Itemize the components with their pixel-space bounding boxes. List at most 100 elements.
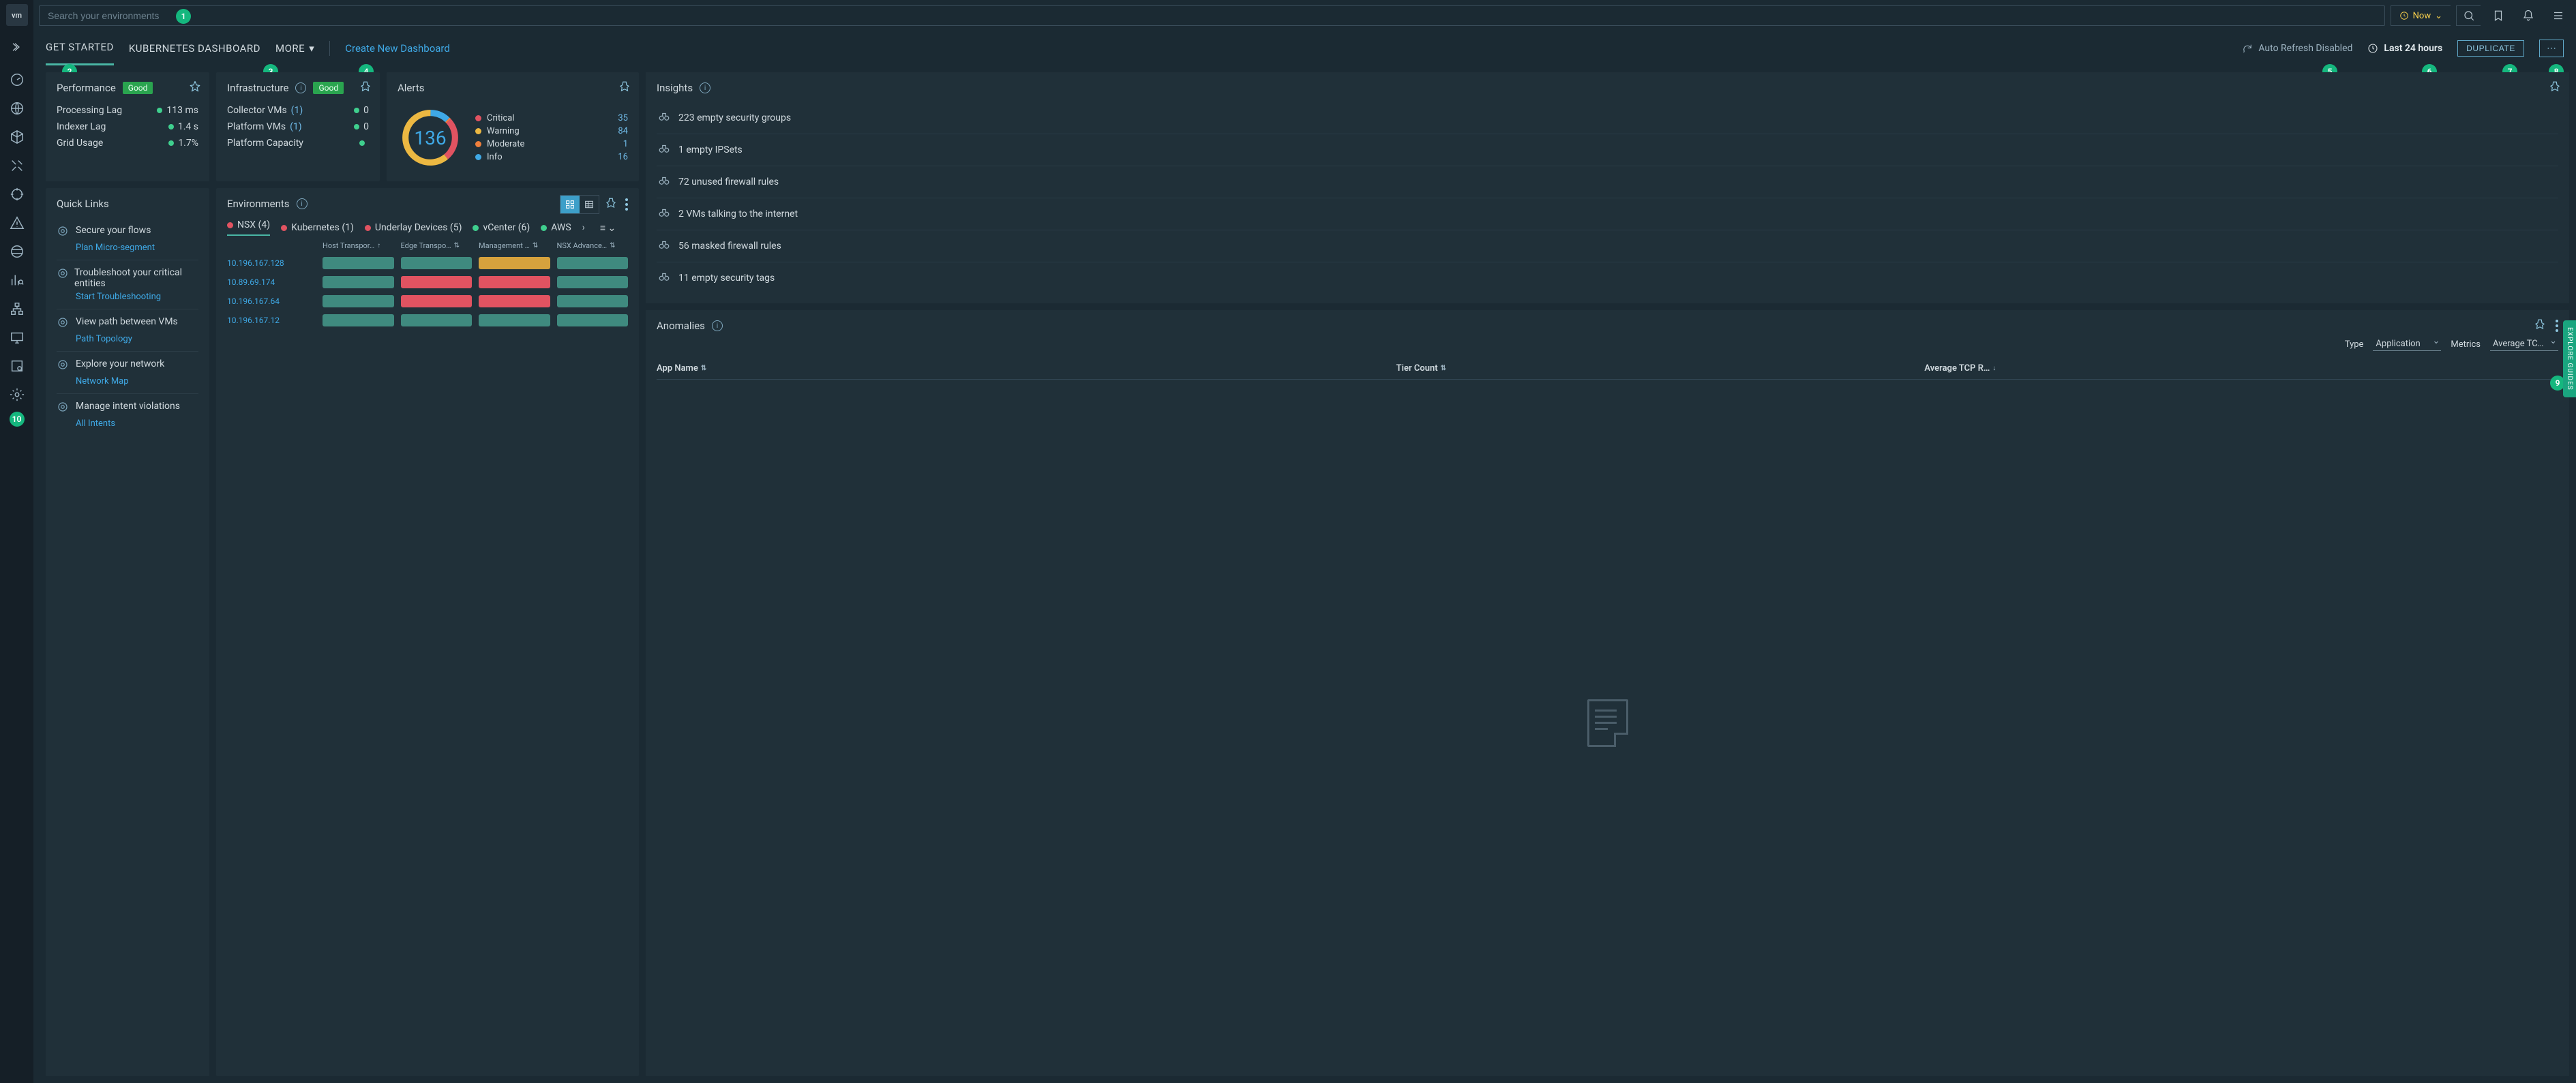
quicklink-link[interactable]: Start Troubleshooting — [76, 292, 198, 302]
view-grid-icon[interactable] — [560, 196, 580, 213]
status-bar[interactable] — [323, 295, 394, 307]
nav-tools-icon[interactable] — [0, 151, 33, 180]
alert-legend-row[interactable]: Warning84 — [475, 126, 628, 136]
info-icon[interactable]: i — [712, 320, 723, 331]
status-bar[interactable] — [479, 314, 550, 326]
view-table-icon[interactable] — [580, 196, 599, 213]
status-bar[interactable] — [323, 276, 394, 288]
col-header[interactable]: Management …⇅ — [479, 241, 550, 250]
status-bar[interactable] — [323, 257, 394, 269]
quicklink-link[interactable]: Network Map — [76, 376, 198, 386]
explore-guides-tab[interactable]: EXPLORE GUIDES — [2563, 320, 2576, 397]
env-row-ip[interactable]: 10.89.69.174 — [227, 277, 316, 287]
quicklink-link[interactable]: Path Topology — [76, 334, 198, 344]
time-range-selector[interactable]: Last 24 hours — [2367, 43, 2442, 54]
dashboard-more-actions[interactable]: ⋯ — [2539, 40, 2564, 57]
insight-row[interactable]: 56 masked firewall rules — [657, 230, 2558, 262]
nav-internet-icon[interactable] — [0, 237, 33, 266]
pin-icon[interactable] — [618, 80, 631, 95]
status-bar[interactable] — [401, 295, 473, 307]
pin-icon[interactable] — [189, 80, 201, 95]
tab-get-started[interactable]: GET STARTED — [46, 31, 114, 65]
more-menu-icon[interactable] — [623, 198, 631, 211]
list-options-icon[interactable]: ≡ ⌄ — [600, 222, 616, 234]
env-row-ip[interactable]: 10.196.167.128 — [227, 258, 316, 268]
type-select[interactable]: Application — [2373, 337, 2441, 351]
alerts-donut-chart[interactable]: 136 — [398, 105, 463, 170]
status-bar[interactable] — [401, 314, 473, 326]
env-tab-aws[interactable]: AWS — [541, 222, 571, 233]
env-tab-underlay[interactable]: Underlay Devices (5) — [365, 222, 462, 233]
status-bar[interactable] — [479, 276, 550, 288]
status-bar[interactable] — [479, 295, 550, 307]
insight-row[interactable]: 72 unused firewall rules — [657, 166, 2558, 198]
create-dashboard-link[interactable]: Create New Dashboard — [345, 42, 450, 55]
insight-row[interactable]: 11 empty security tags — [657, 262, 2558, 294]
alert-legend-row[interactable]: Critical35 — [475, 113, 628, 123]
env-tab-vcenter[interactable]: vCenter (6) — [473, 222, 530, 233]
status-bar[interactable] — [557, 295, 629, 307]
more-menu-icon[interactable] — [2553, 320, 2561, 332]
info-icon[interactable]: i — [700, 82, 710, 93]
search-input[interactable] — [48, 10, 2376, 21]
pin-icon[interactable] — [359, 80, 372, 95]
nav-topology-icon[interactable] — [0, 294, 33, 323]
nav-cube-icon[interactable] — [0, 123, 33, 151]
col-app-name[interactable]: App Name⇅ — [657, 363, 1396, 373]
info-icon[interactable]: i — [295, 82, 306, 93]
metric-row[interactable]: Collector VMs(1)0 — [227, 102, 369, 119]
nav-settings-icon[interactable] — [0, 380, 33, 409]
alert-legend-row[interactable]: Moderate1 — [475, 139, 628, 149]
metric-row[interactable]: Platform Capacity — [227, 135, 369, 151]
info-icon[interactable]: i — [297, 198, 308, 209]
status-bar[interactable] — [557, 314, 629, 326]
hamburger-menu-icon[interactable] — [2546, 10, 2571, 22]
vmware-logo[interactable]: vm — [6, 4, 28, 26]
metric-row[interactable]: Platform VMs(1)0 — [227, 119, 369, 135]
tab-kubernetes[interactable]: KUBERNETES DASHBOARD — [129, 31, 260, 65]
pin-icon[interactable] — [2549, 80, 2561, 95]
col-avg-tcp[interactable]: Average TCP R…↓ — [1924, 363, 2558, 373]
status-bar[interactable] — [401, 257, 473, 269]
search-box[interactable]: 1 — [39, 5, 2385, 26]
nav-alert-icon[interactable] — [0, 209, 33, 237]
col-header[interactable]: Edge Transpo…⇅ — [401, 241, 473, 250]
status-bar[interactable] — [479, 257, 550, 269]
status-bar[interactable] — [557, 276, 629, 288]
status-bar[interactable] — [557, 257, 629, 269]
env-row-ip[interactable]: 10.196.167.12 — [227, 316, 316, 325]
insight-row[interactable]: 2 VMs talking to the internet — [657, 198, 2558, 230]
tab-more[interactable]: MORE ▾ — [275, 31, 314, 65]
scroll-right-icon[interactable]: › — [582, 222, 585, 233]
bookmark-icon[interactable] — [2486, 10, 2511, 22]
quicklink-link[interactable]: All Intents — [76, 418, 198, 429]
pin-icon[interactable] — [605, 197, 617, 212]
expand-sidebar-icon[interactable] — [11, 41, 23, 56]
search-icon-button[interactable] — [2456, 5, 2481, 26]
bell-icon[interactable] — [2516, 10, 2541, 22]
auto-refresh-toggle[interactable]: Auto Refresh Disabled — [2242, 43, 2352, 54]
nav-inventory-icon[interactable] — [0, 352, 33, 380]
col-header[interactable]: Host Transpor…↑ — [323, 241, 394, 250]
insight-row[interactable]: 1 empty IPSets — [657, 134, 2558, 166]
col-tier-count[interactable]: Tier Count⇅ — [1396, 363, 1925, 373]
col-header[interactable]: NSX Advance…⇅ — [557, 241, 629, 250]
pin-icon[interactable] — [2534, 318, 2546, 333]
time-range-now[interactable]: Now ⌄ — [2391, 5, 2451, 26]
status-bar[interactable] — [323, 314, 394, 326]
duplicate-button[interactable]: DUPLICATE — [2457, 40, 2524, 57]
nav-globe-icon[interactable] — [0, 94, 33, 123]
nav-monitor-icon[interactable] — [0, 323, 33, 352]
alert-legend-row[interactable]: Info16 — [475, 152, 628, 162]
nav-dashboard-icon[interactable] — [0, 65, 33, 94]
env-tab-kubernetes[interactable]: Kubernetes (1) — [281, 222, 354, 233]
env-tab-nsx[interactable]: NSX (4) — [227, 219, 270, 236]
metric-row[interactable]: Indexer Lag1.4 s — [57, 119, 198, 135]
metric-row[interactable]: Grid Usage1.7% — [57, 135, 198, 151]
metrics-select[interactable]: Average TC… — [2490, 337, 2558, 351]
status-bar[interactable] — [401, 276, 473, 288]
env-row-ip[interactable]: 10.196.167.64 — [227, 296, 316, 306]
quicklink-link[interactable]: Plan Micro-segment — [76, 243, 198, 253]
nav-target-icon[interactable] — [0, 180, 33, 209]
metric-row[interactable]: Processing Lag113 ms — [57, 102, 198, 119]
